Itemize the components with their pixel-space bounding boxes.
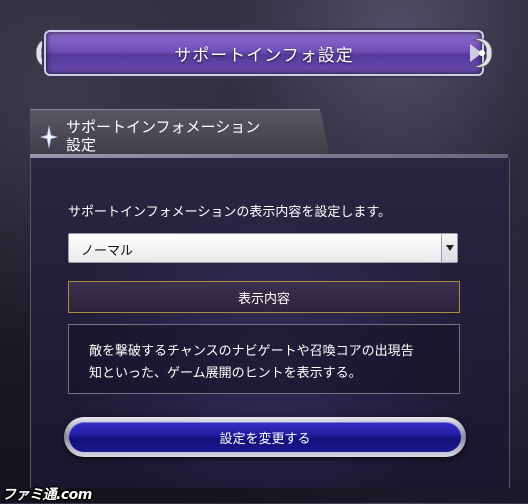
select-value: ノーマル: [81, 244, 134, 259]
panel-title: サポートインフォメーション 設定: [66, 118, 316, 154]
display-mode-select[interactable]: ノーマル: [68, 233, 458, 263]
change-settings-button[interactable]: 設定を変更する: [69, 422, 461, 452]
dropdown-arrow-icon[interactable]: [441, 234, 457, 262]
submit-button-frame: 設定を変更する: [64, 417, 466, 457]
content-description-box: 敵を撃破するチャンスのナビゲートや召喚コアの出現告 知といった、ゲーム展開のヒン…: [68, 324, 460, 394]
panel-title-line2: 設定: [66, 136, 97, 154]
panel-title-line1: サポートインフォメーション: [66, 118, 261, 136]
watermark-logo: ファミ通.com: [2, 487, 92, 503]
content-text-line2: 知といった、ゲーム展開のヒントを表示する。: [89, 366, 362, 381]
header: サポートインフォ設定: [30, 24, 498, 82]
header-bar: サポートインフォ設定: [44, 30, 484, 76]
ornament-right-icon: [470, 38, 493, 68]
description-text: サポートインフォメーションの表示内容を設定します。: [68, 205, 392, 220]
content-text-line1: 敵を撃破するチャンスのナビゲートや召喚コアの出現告: [89, 344, 414, 359]
star-icon: [40, 125, 58, 149]
header-title: サポートインフォ設定: [174, 45, 354, 66]
content-header: 表示内容: [68, 281, 460, 313]
